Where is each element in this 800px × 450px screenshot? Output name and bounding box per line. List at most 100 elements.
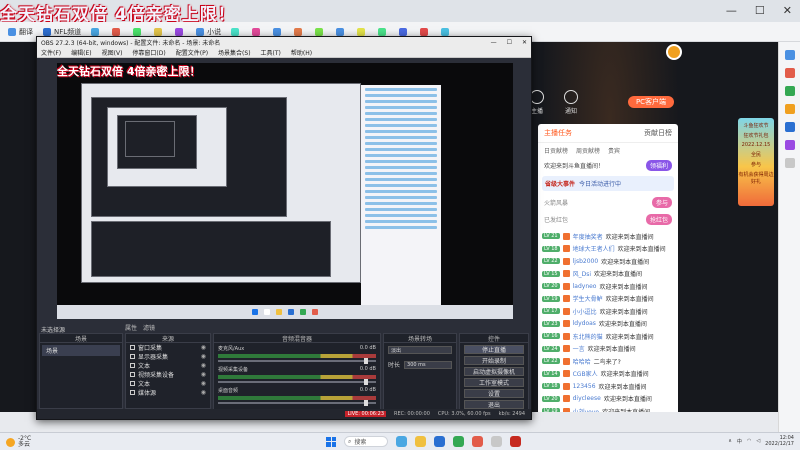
obs-menu-item[interactable]: 视图(V) xyxy=(102,48,123,57)
pc-client-button[interactable]: PC客户端 xyxy=(628,96,674,108)
obs-maximize-button[interactable]: ☐ xyxy=(507,39,512,46)
search-icon[interactable] xyxy=(784,50,795,60)
taskbar-app-icon[interactable] xyxy=(472,436,483,447)
eye-icon[interactable]: ◉ xyxy=(201,371,206,378)
taskbar-search[interactable]: ⌕ 搜索 xyxy=(344,436,388,447)
chat-username[interactable]: 小小逗比 xyxy=(573,307,597,316)
scene-item[interactable]: 场景 xyxy=(42,345,120,356)
tools-icon[interactable] xyxy=(784,86,795,96)
bookmark-item[interactable] xyxy=(112,27,123,36)
chat-username[interactable]: 地球大王者人们 xyxy=(573,244,615,253)
tab-daily-rank[interactable]: 贡献日榜 xyxy=(644,128,672,138)
source-item[interactable]: 显示器采集 ◉ xyxy=(126,352,210,361)
bookmark-item[interactable] xyxy=(91,27,102,36)
chat-username[interactable]: 一言 xyxy=(573,344,585,353)
streamer-icon-button[interactable]: 主播 xyxy=(530,90,544,115)
control-button[interactable]: 工作室模式 xyxy=(464,378,524,387)
bookmark-item[interactable] xyxy=(273,27,284,36)
subtab-weekly[interactable]: 周贡献榜 xyxy=(576,146,600,155)
chat-username[interactable]: diycleese xyxy=(573,395,601,402)
ad-banner[interactable]: 斗鱼狂欢节 狂欢节礼包 2022.12.15 全民 参与 有机会获得周边好礼 xyxy=(738,118,774,206)
taskbar-app-icon[interactable] xyxy=(491,436,502,447)
taskbar-app-icon[interactable] xyxy=(453,436,464,447)
chat-username[interactable]: 学生大骨鲈 xyxy=(573,294,603,303)
grab-redpacket-button[interactable]: 抢红包 xyxy=(645,214,672,225)
obs-menu-item[interactable]: 文件(F) xyxy=(41,48,61,57)
filters-button[interactable]: 滤镜 xyxy=(143,323,155,332)
notice-icon-button[interactable]: 通知 xyxy=(564,90,578,115)
bookmark-item[interactable]: NFL频道 xyxy=(43,27,81,37)
subtab-vip[interactable]: 贵宾 xyxy=(608,146,620,155)
bookmark-item[interactable] xyxy=(378,27,389,36)
bookmark-item[interactable] xyxy=(231,27,242,36)
bookmark-item[interactable] xyxy=(294,27,305,36)
bookmark-item[interactable] xyxy=(133,27,144,36)
speaker-icon[interactable]: ◁ xyxy=(756,438,760,444)
chat-username[interactable]: 123456 xyxy=(573,383,596,390)
eye-icon[interactable]: ◉ xyxy=(201,380,206,387)
eye-icon[interactable]: ◉ xyxy=(201,344,206,351)
games-icon[interactable] xyxy=(784,104,795,114)
event-banner[interactable]: 省级大事件 今日活动进行中 xyxy=(542,176,674,191)
taskbar-app-icon[interactable] xyxy=(396,436,407,447)
taskbar-app-icon[interactable] xyxy=(415,436,426,447)
eye-icon[interactable]: ◉ xyxy=(201,353,206,360)
source-item[interactable]: 文本 ◉ xyxy=(126,379,210,388)
volume-slider[interactable] xyxy=(218,358,376,364)
bookmark-item[interactable] xyxy=(175,27,186,36)
control-button[interactable]: 开始录制 xyxy=(464,356,524,365)
control-button[interactable]: 启动虚拟摄像机 xyxy=(464,367,524,376)
obs-close-button[interactable]: ✕ xyxy=(522,39,527,46)
welfare-button[interactable]: 领福利 xyxy=(645,160,672,171)
tab-streamer-tasks[interactable]: 主播任务 xyxy=(544,128,572,138)
bookmark-item[interactable] xyxy=(315,27,326,36)
source-item[interactable]: 视频采集设备 ◉ xyxy=(126,370,210,379)
chat-username[interactable]: ladyneo xyxy=(573,283,597,290)
bookmark-item[interactable] xyxy=(154,27,165,36)
volume-slider[interactable] xyxy=(218,400,376,406)
outlook-icon[interactable] xyxy=(784,122,795,132)
control-button[interactable]: 设置 xyxy=(464,389,524,398)
chat-username[interactable]: CGB家人 xyxy=(573,369,598,378)
office-icon[interactable] xyxy=(784,140,795,150)
bookmark-item[interactable]: 小说 xyxy=(196,27,221,37)
chat-username[interactable]: ldydoas xyxy=(573,320,596,327)
bag-icon[interactable] xyxy=(784,68,795,78)
bookmark-item[interactable] xyxy=(252,27,263,36)
chat-username[interactable]: ljsb2000 xyxy=(573,258,599,265)
obs-menu-item[interactable]: 编辑(E) xyxy=(71,48,91,57)
add-icon[interactable] xyxy=(784,158,795,168)
transition-select[interactable]: 淡出 xyxy=(388,346,452,354)
maximize-button[interactable]: ☐ xyxy=(755,4,765,17)
weather-widget[interactable]: -2°C 多云 xyxy=(6,436,31,448)
streamer-avatar[interactable] xyxy=(666,44,682,60)
source-item[interactable]: 媒体源 ◉ xyxy=(126,388,210,397)
close-button[interactable]: ✕ xyxy=(783,4,792,17)
control-button[interactable]: 退出 xyxy=(464,400,524,409)
chat-username[interactable]: 风_Dsi xyxy=(573,269,591,278)
obs-menu-item[interactable]: 帮助(H) xyxy=(291,48,312,57)
obs-minimize-button[interactable]: — xyxy=(491,39,497,46)
bookmark-item[interactable]: 翻译 xyxy=(8,27,33,37)
bookmark-item[interactable] xyxy=(357,27,368,36)
source-item[interactable]: 文本 ◉ xyxy=(126,361,210,370)
bookmark-item[interactable] xyxy=(399,27,410,36)
chat-username[interactable]: 哈哈哈 xyxy=(573,357,591,366)
minimize-button[interactable]: — xyxy=(726,4,737,17)
chat-username[interactable]: 年度抽奖者 xyxy=(573,232,603,241)
control-button[interactable]: 停止直播 xyxy=(464,345,524,354)
source-item[interactable]: 窗口采集 ◉ xyxy=(126,343,210,352)
chat-username[interactable]: 东北熊的猫 xyxy=(573,332,603,341)
chevron-up-icon[interactable]: ∧ xyxy=(728,438,732,444)
obs-menu-item[interactable]: 场景集合(S) xyxy=(218,48,251,57)
bookmark-item[interactable] xyxy=(336,27,347,36)
obs-menu-item[interactable]: 停靠窗口(D) xyxy=(132,48,165,57)
bookmark-item[interactable] xyxy=(420,27,431,36)
join-button[interactable]: 参与 xyxy=(651,197,672,208)
bookmark-item[interactable] xyxy=(441,27,452,36)
taskbar-app-icon[interactable] xyxy=(510,436,521,447)
obs-menu-item[interactable]: 配置文件(P) xyxy=(176,48,208,57)
eye-icon[interactable]: ◉ xyxy=(201,389,206,396)
properties-button[interactable]: 属性 xyxy=(125,323,137,332)
wifi-icon[interactable]: ◠ xyxy=(747,438,751,444)
